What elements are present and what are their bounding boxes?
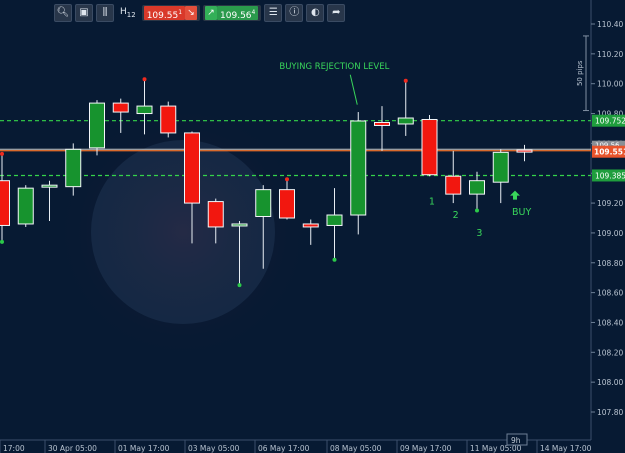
buy-arrow-icon: ↗ xyxy=(205,6,218,20)
sell-price: 109.551 xyxy=(143,6,186,21)
y-tick-label: 110.00 xyxy=(597,80,623,89)
candle-body xyxy=(89,102,105,149)
candle-body xyxy=(421,119,438,176)
x-tick-label: 08 May 05:00 xyxy=(330,444,382,453)
candle-body xyxy=(160,105,177,134)
pips-scale-label: 50 pips xyxy=(576,60,584,86)
candle-body xyxy=(0,180,10,226)
info-icon[interactable]: ⓘ xyxy=(285,4,304,22)
swing-low-marker xyxy=(237,283,242,288)
level-price-label: 109.385 xyxy=(595,171,625,180)
y-tick-label: 108.00 xyxy=(597,378,623,387)
x-tick-label: 14 May 17:00 xyxy=(540,444,592,453)
new-chart-icon[interactable]: ▣ xyxy=(75,4,93,22)
swing-high-marker xyxy=(285,177,289,182)
swing-low-marker xyxy=(0,239,4,244)
y-tick-label: 108.40 xyxy=(597,318,623,327)
y-tick-label: 108.80 xyxy=(597,259,623,268)
buy-price: 109.564 xyxy=(217,6,259,21)
x-tick-label: 01 May 17:00 xyxy=(118,444,170,453)
candle-body xyxy=(41,184,58,188)
y-tick-label: 109.00 xyxy=(597,229,623,238)
candle-body xyxy=(255,189,272,218)
candle-body xyxy=(397,117,414,125)
candle-body xyxy=(516,149,533,153)
sell-button[interactable]: 109.551 ↘ xyxy=(141,5,201,21)
chart-window: 110.40110.20110.00109.80109.60109.40109.… xyxy=(0,0,625,453)
swing-high-marker xyxy=(142,77,147,82)
candle-body xyxy=(65,148,82,188)
count-label: 3 xyxy=(476,228,482,239)
x-tick-label: 30 Apr 05:00 xyxy=(48,444,97,453)
candle-body xyxy=(374,121,390,126)
rejection-level-label: BUYING REJECTION LEVEL xyxy=(279,62,389,72)
y-tick-label: 110.20 xyxy=(597,50,623,59)
y-tick-label: 108.20 xyxy=(597,348,623,357)
candle-body xyxy=(17,187,34,225)
x-tick-label: 06 May 17:00 xyxy=(258,444,310,453)
y-tick-label: 110.40 xyxy=(597,20,623,29)
candle-body xyxy=(445,175,462,195)
zoom-icon[interactable]: 🔍︎ xyxy=(54,4,72,22)
buy-arrow-icon xyxy=(510,190,520,200)
candle-body xyxy=(279,189,295,219)
candle-body xyxy=(112,102,129,113)
swing-high-marker xyxy=(0,151,4,156)
sentiment-icon[interactable]: ◐ xyxy=(306,4,325,22)
candle-body xyxy=(207,201,224,228)
count-label: 2 xyxy=(453,210,459,221)
x-tick-label: 03 May 05:00 xyxy=(188,444,240,453)
candle-body xyxy=(350,120,367,216)
rejection-pointer-line xyxy=(349,74,358,105)
y-tick-label: 107.80 xyxy=(597,408,623,417)
count-label: 1 xyxy=(429,197,435,208)
watermark-logo xyxy=(91,140,275,324)
candle-body xyxy=(231,223,248,227)
y-tick-label: 108.60 xyxy=(597,289,623,298)
timeframe-selector[interactable]: H12 xyxy=(117,7,139,19)
swing-low-marker xyxy=(332,257,337,262)
level-price-label: 109.752 xyxy=(595,117,625,126)
candle-body xyxy=(492,151,509,183)
candle-body xyxy=(302,223,319,228)
period-marker-label: 9h xyxy=(511,436,521,445)
candle-body xyxy=(469,180,485,195)
candlestick-chart[interactable]: 110.40110.20110.00109.80109.60109.40109.… xyxy=(0,0,625,453)
swing-high-marker xyxy=(403,78,408,83)
candle-body xyxy=(184,132,200,204)
share-icon[interactable]: ➦ xyxy=(327,4,346,22)
x-tick-label: 17:00 xyxy=(3,444,25,453)
list-icon[interactable]: ☰ xyxy=(264,4,283,22)
candle-body xyxy=(136,105,153,115)
candle-body xyxy=(326,214,343,226)
x-tick-label: 09 May 17:00 xyxy=(400,444,452,453)
candles-icon[interactable]: ⫼ xyxy=(96,4,114,22)
buy-label: BUY xyxy=(512,207,531,218)
current-price-label: 109.551 xyxy=(594,148,625,157)
chart-toolbar: 🔍︎ ▣ ⫼ H12 109.551 ↘ ↗ 109.564 ☰ ⓘ ◐ ➦ xyxy=(54,4,346,22)
sell-arrow-icon: ↘ xyxy=(185,6,198,20)
swing-low-marker xyxy=(475,208,479,213)
buy-button[interactable]: ↗ 109.564 xyxy=(203,5,262,21)
y-tick-label: 109.20 xyxy=(597,199,623,208)
